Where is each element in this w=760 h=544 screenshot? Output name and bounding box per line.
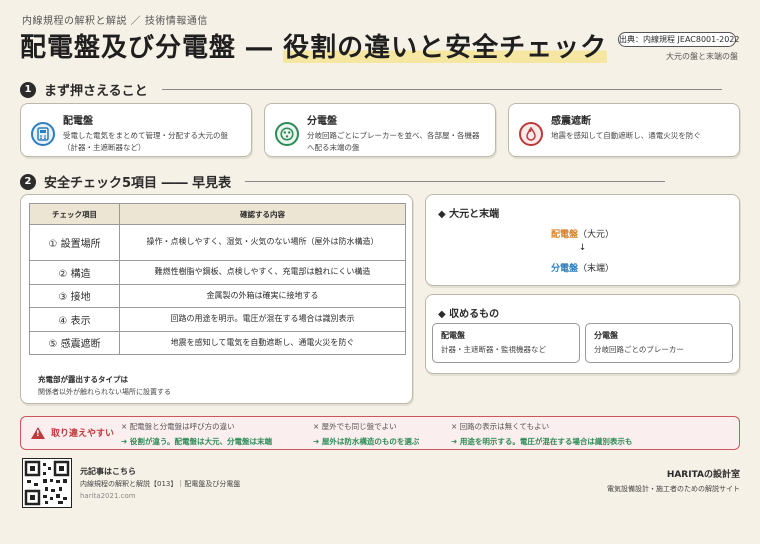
section2-divider	[245, 181, 666, 182]
footer-article-title[interactable]: 内線規程の解釈と解説【013】｜配電盤及び分電盤	[80, 479, 240, 489]
section2-heading: 2 安全チェック5項目 ―― 早見表	[20, 172, 666, 191]
warning-wrong: × 回路の表示は無くてもよい	[451, 422, 550, 431]
contents-item-haidenban: 配電盤 計器・主遮断器・監視機器など	[432, 323, 580, 363]
warning-wrong: × 屋外でも同じ盤でよい	[313, 422, 397, 431]
table-header-item: チェック項目	[29, 203, 120, 225]
hierarchy-card: ◆ 大元と末端 配電盤（大元） ↓ 分電盤（末端）	[425, 194, 740, 286]
warning-label-text: 取り違えやすい	[51, 429, 115, 439]
contents-title: ◆ 収めるもの	[438, 309, 500, 320]
page-title: 配電盤及び分電盤 ― 役割の違いと安全チェック	[20, 27, 608, 64]
intro-card-kanshin: 感震遮断 地震を感知して自動遮断し、通電火災を防ぐ	[508, 103, 740, 157]
warning-item: × 屋外でも同じ盤でよい ➜ 屋外は防水構造のものを選ぶ	[313, 421, 419, 447]
title-part-b: 役割の違いと安全チェック	[283, 33, 608, 63]
source-subtitle: 大元の盤と末端の盤	[666, 52, 738, 61]
footer-brand-sub: 電気設備設計・施工者のための解説サイト	[607, 485, 740, 493]
section2-title: 安全チェック5項目 ―― 早見表	[44, 176, 232, 191]
checklist-card: チェック項目 確認する内容 ① 設置場所 操作・点検しやすく、湿気・火気のない場…	[20, 194, 413, 404]
intro-card-title: 分電盤	[307, 116, 337, 127]
breaker-icon	[275, 122, 299, 146]
calculator-icon	[31, 122, 55, 146]
table-row: ⑤ 感震遮断 地震を感知して電気を自動遮断し、通電火災を防ぐ	[29, 330, 406, 355]
hierarchy-bottom-tag: （末端）	[578, 264, 615, 274]
contents-item-desc: 計器・主遮断器・監視機器など	[441, 345, 546, 354]
contents-item-bundenban: 分電盤 分岐回路ごとのブレーカー	[585, 323, 733, 363]
row-item: ② 構造	[29, 260, 120, 285]
intro-card-haidenban: 配電盤 受電した電気をまとめて管理・分配する大元の盤（計器・主遮断器など）	[20, 103, 252, 157]
warning-right: ➜ 用途を明示する。電圧が混在する場合は識別表示も	[451, 437, 633, 446]
row-item: ③ 接地	[29, 283, 120, 308]
row-item: ① 設置場所	[29, 224, 120, 261]
contents-item-title: 分電盤	[594, 331, 618, 340]
note-title: 充電部が露出するタイプは	[38, 375, 128, 384]
warning-wrong: × 配電盤と分電盤は呼び方の違い	[121, 422, 235, 431]
section1-heading: 1 まず押さえること	[20, 80, 722, 99]
section1-number: 1	[20, 81, 36, 98]
down-arrow-icon: ↓	[578, 243, 587, 253]
qr-code-icon[interactable]	[22, 458, 72, 508]
table-row: ③ 接地 金属製の外箱は確実に接地する	[29, 283, 406, 308]
kicker-text: 内線規程の解釈と解説 ／ 技術情報通信	[22, 16, 208, 27]
section1-title: まず押さえること	[44, 84, 148, 99]
intro-card-bundenban: 分電盤 分岐回路ごとにブレーカーを並べ、各部屋・各機器へ配る末端の盤	[264, 103, 496, 157]
hierarchy-bottom-name: 分電盤	[550, 264, 578, 274]
warning-icon: !	[31, 426, 45, 439]
row-item: ④ 表示	[29, 307, 120, 332]
intro-card-desc: 分岐回路ごとにブレーカーを並べ、各部屋・各機器へ配る末端の盤	[307, 131, 480, 152]
footer-url[interactable]: harita2021.com	[80, 492, 136, 500]
warning-right: ➜ 役割が違う。配電盤は大元、分電盤は末端	[121, 437, 272, 446]
table-header-content: 確認する内容	[119, 203, 406, 225]
source-badge: 出典：内線規程 JEAC8001-2022	[618, 32, 739, 47]
warning-right: ➜ 屋外は防水構造のものを選ぶ	[313, 437, 420, 446]
row-content: 回路の用途を明示。電圧が混在する場合は識別表示	[119, 307, 406, 332]
intro-card-title: 配電盤	[63, 116, 93, 127]
section2-number: 2	[20, 173, 36, 190]
hierarchy-title: ◆ 大元と末端	[438, 209, 500, 220]
footer-link-heading: 元記事はこちら	[80, 467, 136, 476]
warning-item: × 回路の表示は無くてもよい ➜ 用途を明示する。電圧が混在する場合は識別表示も	[451, 421, 632, 447]
hierarchy-bottom: 分電盤（末端）	[426, 261, 739, 274]
footer-brand: HARITAの設計室	[666, 470, 740, 480]
table-header-row: チェック項目 確認する内容	[29, 203, 406, 225]
intro-card-desc: 受電した電気をまとめて管理・分配する大元の盤（計器・主遮断器など）	[63, 131, 228, 152]
flame-icon	[519, 122, 543, 146]
row-content: 金属製の外箱は確実に接地する	[119, 283, 406, 308]
table-row: ④ 表示 回路の用途を明示。電圧が混在する場合は識別表示	[29, 307, 406, 332]
title-part-a: 配電盤及び分電盤 ―	[20, 33, 284, 63]
section1-divider	[161, 89, 722, 90]
row-item: ⑤ 感震遮断	[29, 330, 120, 355]
row-content: 地震を感知して電気を自動遮断し、通電火災を防ぐ	[119, 330, 406, 355]
intro-card-desc: 地震を感知して自動遮断し、通電火災を防ぐ	[551, 131, 701, 140]
hierarchy-top: 配電盤（大元）	[426, 227, 739, 240]
row-content: 難燃性樹脂や鋼板、点検しやすく、充電部は触れにくい構造	[119, 260, 406, 285]
intro-card-title: 感震遮断	[551, 116, 591, 127]
warning-item: × 配電盤と分電盤は呼び方の違い ➜ 役割が違う。配電盤は大元、分電盤は末端	[121, 421, 272, 447]
contents-item-desc: 分岐回路ごとのブレーカー	[594, 345, 684, 354]
row-content: 操作・点検しやすく、湿気・火気のない場所（屋外は防水構造）	[119, 224, 406, 261]
contents-item-title: 配電盤	[441, 331, 465, 340]
table-row: ① 設置場所 操作・点検しやすく、湿気・火気のない場所（屋外は防水構造）	[29, 224, 406, 261]
hierarchy-top-tag: （大元）	[578, 230, 615, 240]
table-row: ② 構造 難燃性樹脂や鋼板、点検しやすく、充電部は触れにくい構造	[29, 260, 406, 285]
checklist-table: チェック項目 確認する内容 ① 設置場所 操作・点検しやすく、湿気・火気のない場…	[29, 203, 406, 355]
hierarchy-top-name: 配電盤	[550, 230, 578, 240]
note-desc: 関係者以外が触れられない場所に設置する	[38, 388, 171, 396]
warning-label: ! 取り違えやすい	[31, 426, 114, 439]
warning-strip: ! 取り違えやすい × 配電盤と分電盤は呼び方の違い ➜ 役割が違う。配電盤は大…	[20, 416, 740, 450]
